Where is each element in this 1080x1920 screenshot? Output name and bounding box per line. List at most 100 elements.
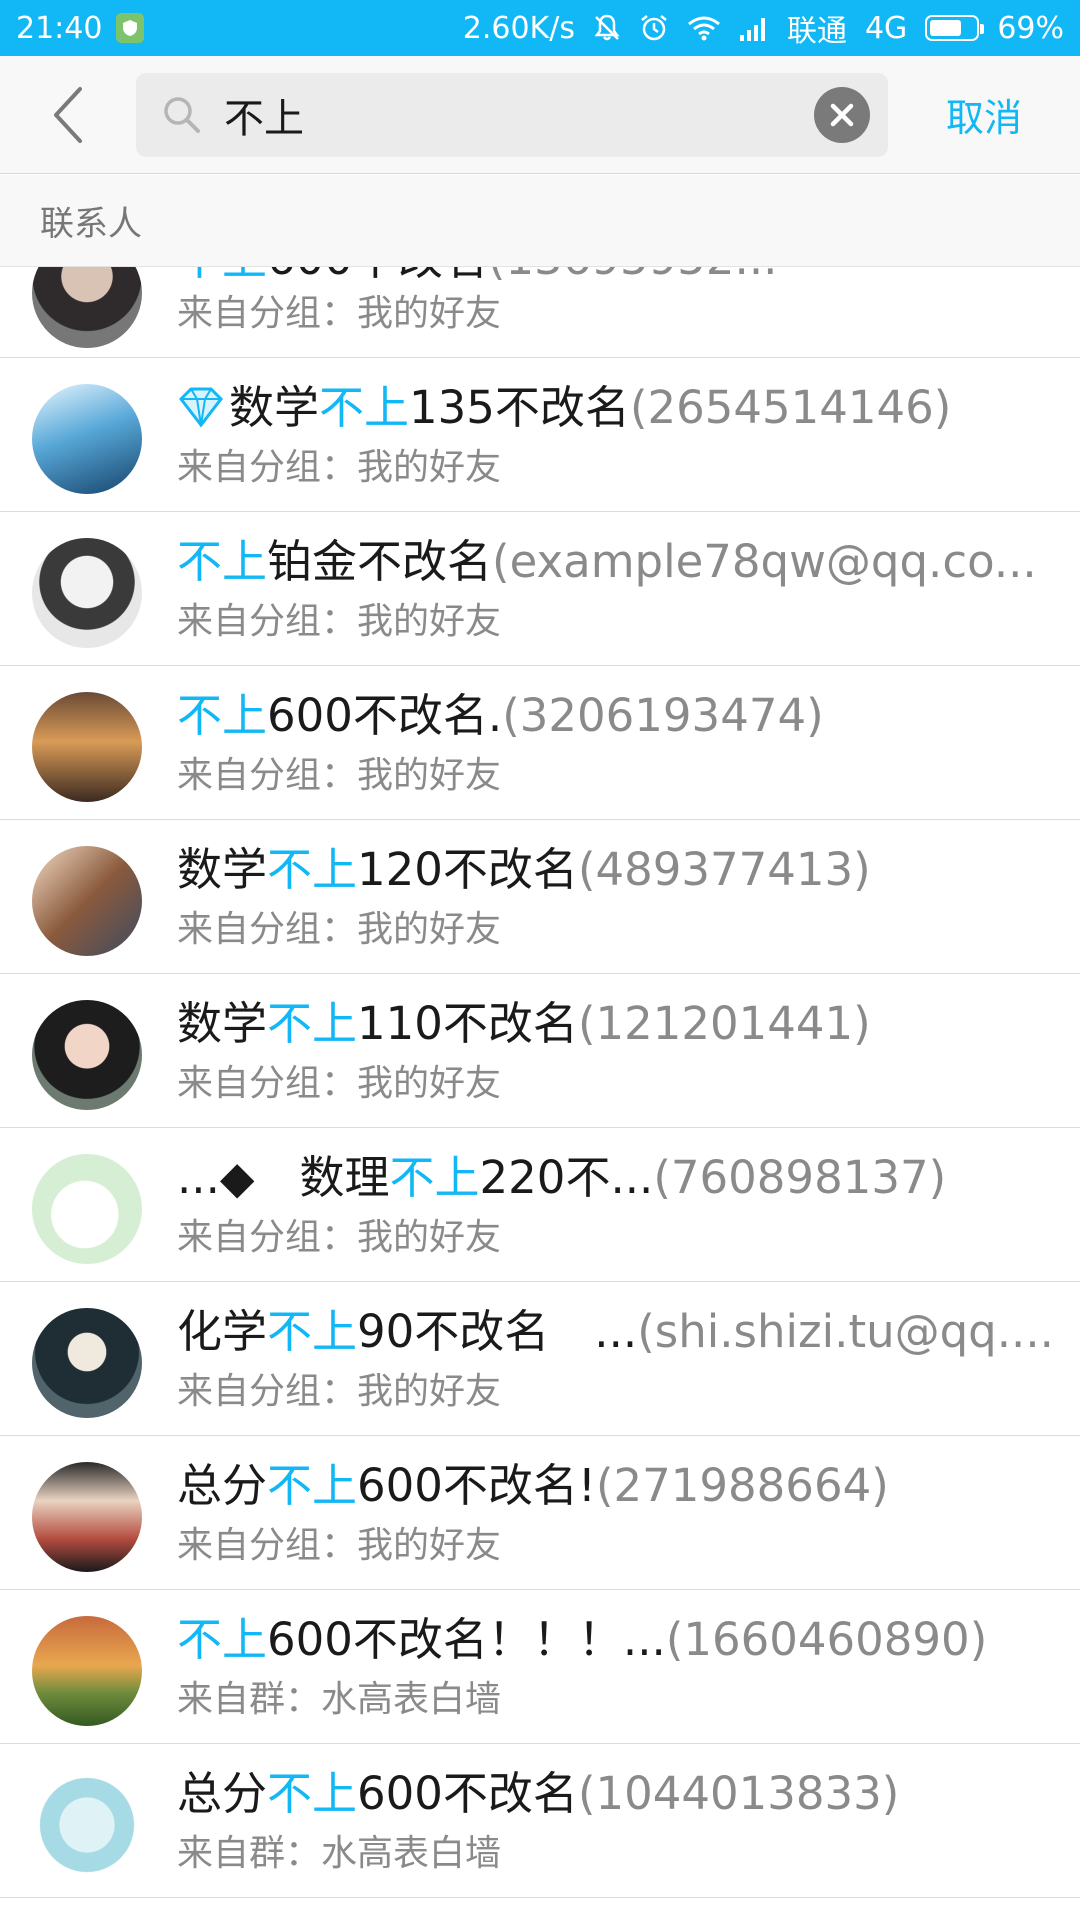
name-suffix: 600不改名 <box>267 267 488 285</box>
battery-percent: 69% <box>997 10 1064 46</box>
contact-name: ...◆ 数理不上220不...(760898137) <box>177 1150 1054 1206</box>
network-type: 4G <box>864 10 908 46</box>
contact-name: 不上铂金不改名(example78qw@qq.co... <box>177 534 1054 590</box>
contact-id: (1660460890) <box>665 1613 988 1666</box>
contact-name: 数学不上135不改名(2654514146) <box>177 380 1054 436</box>
name-prefix: 总分 <box>177 1459 268 1512</box>
name-suffix: 220不... <box>479 1151 654 1204</box>
avatar <box>32 1308 142 1418</box>
contact-id: (271988664) <box>595 1459 889 1512</box>
contact-row[interactable]: 总分不上600不改名(1044013833) 来自群：水高表白墙 <box>0 1744 1080 1898</box>
search-input[interactable]: 不上 <box>136 72 888 157</box>
name-prefix: 总分 <box>177 1767 268 1820</box>
avatar <box>32 846 142 956</box>
match-highlight: 不上 <box>267 1459 358 1512</box>
match-highlight: 不上 <box>267 997 358 1050</box>
contact-row[interactable]: 化学不上90不改名 ...(shi.shizi.tu@qq.... 来自分组：我的… <box>0 1282 1080 1436</box>
contact-source: 来自分组：我的好友 <box>177 1063 502 1104</box>
contact-name: 不上600不改名.(3206193474) <box>177 688 1054 744</box>
contact-id: (2654514146) <box>629 381 952 434</box>
contact-id: (example78qw@qq.co... <box>492 535 1037 588</box>
contact-source: 来自分组：我的好友 <box>177 1217 502 1258</box>
name-suffix: 110不改名 <box>357 997 578 1050</box>
contact-row[interactable]: 不上铂金不改名(example78qw@qq.co... 来自分组：我的好友 <box>0 512 1080 666</box>
name-suffix: 90不改名 ... <box>357 1305 638 1358</box>
name-suffix: 600不改名. <box>267 689 503 742</box>
match-highlight: 不上 <box>319 381 410 434</box>
clear-search-button[interactable] <box>814 86 870 143</box>
search-query: 不上 <box>224 95 304 142</box>
name-prefix: 数学 <box>177 997 268 1050</box>
name-suffix: 120不改名 <box>357 843 578 896</box>
carrier-name: 联通 <box>786 14 847 49</box>
avatar <box>32 384 142 494</box>
name-prefix: 数学 <box>229 381 320 434</box>
alarm-icon <box>639 13 669 43</box>
name-prefix: ...◆ 数理 <box>177 1151 390 1204</box>
contact-results-list: 不上600不改名(13695952...来自分组：我的好友数学不上135不改名(… <box>0 267 1080 1898</box>
shield-icon <box>116 13 145 43</box>
battery-icon <box>925 15 985 41</box>
contact-id: (760898137) <box>653 1151 947 1204</box>
match-highlight: 不上 <box>177 1613 268 1666</box>
contact-source: 来自分组：我的好友 <box>177 293 502 334</box>
name-suffix: 600不改名！！！... <box>267 1613 666 1666</box>
contact-name: 总分不上600不改名!(271988664) <box>177 1458 1054 1514</box>
contact-source: 来自分组：我的好友 <box>177 755 502 796</box>
contact-id: (3206193474) <box>502 689 824 742</box>
contact-row[interactable]: 数学不上120不改名(489377413) 来自分组：我的好友 <box>0 820 1080 974</box>
match-highlight: 不上 <box>177 267 267 285</box>
name-suffix: 600不改名 <box>357 1767 578 1820</box>
contact-source: 来自分组：我的好友 <box>177 601 502 642</box>
contact-source: 来自分组：我的好友 <box>177 1371 502 1412</box>
match-highlight: 不上 <box>267 843 358 896</box>
back-button[interactable] <box>0 56 136 174</box>
contact-name: 不上600不改名！！！...(1660460890) <box>177 1612 1054 1668</box>
search-header: 不上 取消 <box>0 56 1080 174</box>
search-icon <box>164 96 200 133</box>
close-icon <box>830 103 854 126</box>
contact-row[interactable]: ...◆ 数理不上220不...(760898137) 来自分组：我的好友 <box>0 1128 1080 1282</box>
avatar <box>32 1154 142 1264</box>
contact-row[interactable]: 不上600不改名.(3206193474) 来自分组：我的好友 <box>0 666 1080 820</box>
cancel-button[interactable]: 取消 <box>946 87 1022 142</box>
avatar <box>32 1000 142 1110</box>
contact-name: 数学不上120不改名(489377413) <box>177 842 1054 898</box>
status-bar: 21:40 2.60K/s 联通 4G 69% <box>0 0 1080 56</box>
contact-row[interactable]: 总分不上600不改名!(271988664) 来自分组：我的好友 <box>0 1436 1080 1590</box>
mute-icon <box>593 13 621 43</box>
section-header-contacts: 联系人 <box>0 175 1080 267</box>
contact-name: 总分不上600不改名(1044013833) <box>177 1766 1054 1822</box>
signal-icon <box>739 15 769 41</box>
contact-source: 来自分组：我的好友 <box>177 1525 502 1566</box>
contact-source: 来自群：水高表白墙 <box>177 1833 502 1874</box>
contact-id: (13695952... <box>488 267 778 285</box>
name-prefix: 化学 <box>177 1305 268 1358</box>
contact-row[interactable]: 不上600不改名！！！...(1660460890) 来自群：水高表白墙 <box>0 1590 1080 1744</box>
match-highlight: 不上 <box>177 535 268 588</box>
wifi-icon <box>687 15 721 41</box>
contact-row[interactable]: 数学不上135不改名(2654514146) 来自分组：我的好友 <box>0 358 1080 512</box>
contact-source: 来自群：水高表白墙 <box>177 1679 502 1720</box>
avatar <box>32 1616 142 1726</box>
network-speed: 2.60K/s <box>462 10 575 46</box>
name-suffix: 135不改名 <box>409 381 630 434</box>
avatar <box>32 1770 142 1880</box>
match-highlight: 不上 <box>389 1151 480 1204</box>
contact-name: 数学不上110不改名(121201441) <box>177 996 1054 1052</box>
contact-row[interactable]: 数学不上110不改名(121201441) 来自分组：我的好友 <box>0 974 1080 1128</box>
avatar <box>32 692 142 802</box>
contact-id: (121201441) <box>577 997 871 1050</box>
status-time: 21:40 <box>16 10 103 46</box>
match-highlight: 不上 <box>177 689 268 742</box>
contact-name: 不上600不改名(13695952... <box>177 267 1054 287</box>
contact-id: (shi.shizi.tu@qq.... <box>637 1305 1054 1358</box>
contact-source: 来自分组：我的好友 <box>177 447 502 488</box>
contact-id: (489377413) <box>577 843 871 896</box>
contact-row[interactable]: 不上600不改名(13695952... 来自分组：我的好友 <box>0 267 1080 358</box>
avatar <box>32 1462 142 1572</box>
chevron-left-icon <box>54 86 82 143</box>
name-suffix: 铂金不改名 <box>267 535 493 588</box>
match-highlight: 不上 <box>267 1305 358 1358</box>
name-suffix: 600不改名! <box>357 1459 596 1512</box>
